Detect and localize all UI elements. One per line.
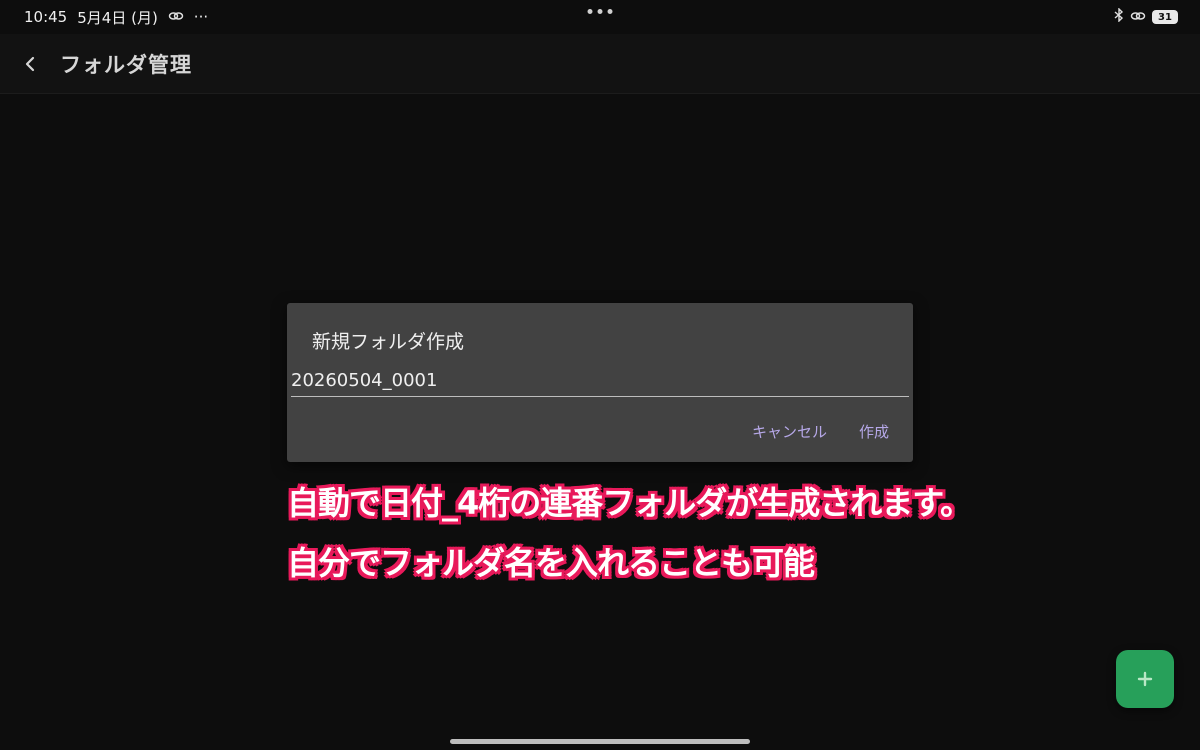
status-right: 31 [1114, 7, 1178, 26]
app-bar: フォルダ管理 [0, 34, 1200, 94]
new-folder-dialog: 新規フォルダ作成 キャンセル 作成 [287, 303, 913, 462]
page-title: フォルダ管理 [60, 52, 192, 77]
status-more-ellipsis: ··· [193, 8, 209, 26]
status-time: 10:45 [24, 8, 68, 26]
dialog-title: 新規フォルダ作成 [312, 331, 465, 353]
bluetooth-icon [1114, 7, 1124, 26]
plus-icon [1137, 671, 1153, 687]
add-folder-fab[interactable] [1116, 650, 1174, 708]
link-icon [1130, 8, 1146, 26]
battery-indicator: 31 [1152, 10, 1178, 24]
status-bar: 10:45 5月4日 (月) ··· 31 [0, 0, 1200, 34]
multitask-dots-icon[interactable] [587, 9, 613, 14]
annotation-caption-1: 自動で日付_4桁の連番フォルダが生成されます。 [287, 484, 972, 522]
create-button[interactable]: 作成 [859, 421, 889, 442]
chevron-left-icon [25, 56, 35, 71]
status-date: 5月4日 (月) [77, 8, 158, 27]
status-left: 10:45 5月4日 (月) ··· [24, 7, 208, 28]
cancel-button[interactable]: キャンセル [752, 421, 827, 442]
dialog-actions: キャンセル 作成 [752, 421, 889, 442]
link-icon [168, 8, 184, 26]
screen: 10:45 5月4日 (月) ··· 31 フォルダ管理 新規フォルダ作成 20… [0, 0, 1200, 750]
home-indicator[interactable] [450, 739, 750, 744]
back-button[interactable] [10, 44, 50, 84]
annotation-caption-2: 自分でフォルダ名を入れることも可能 [287, 544, 815, 582]
folder-name-input[interactable] [291, 365, 909, 397]
